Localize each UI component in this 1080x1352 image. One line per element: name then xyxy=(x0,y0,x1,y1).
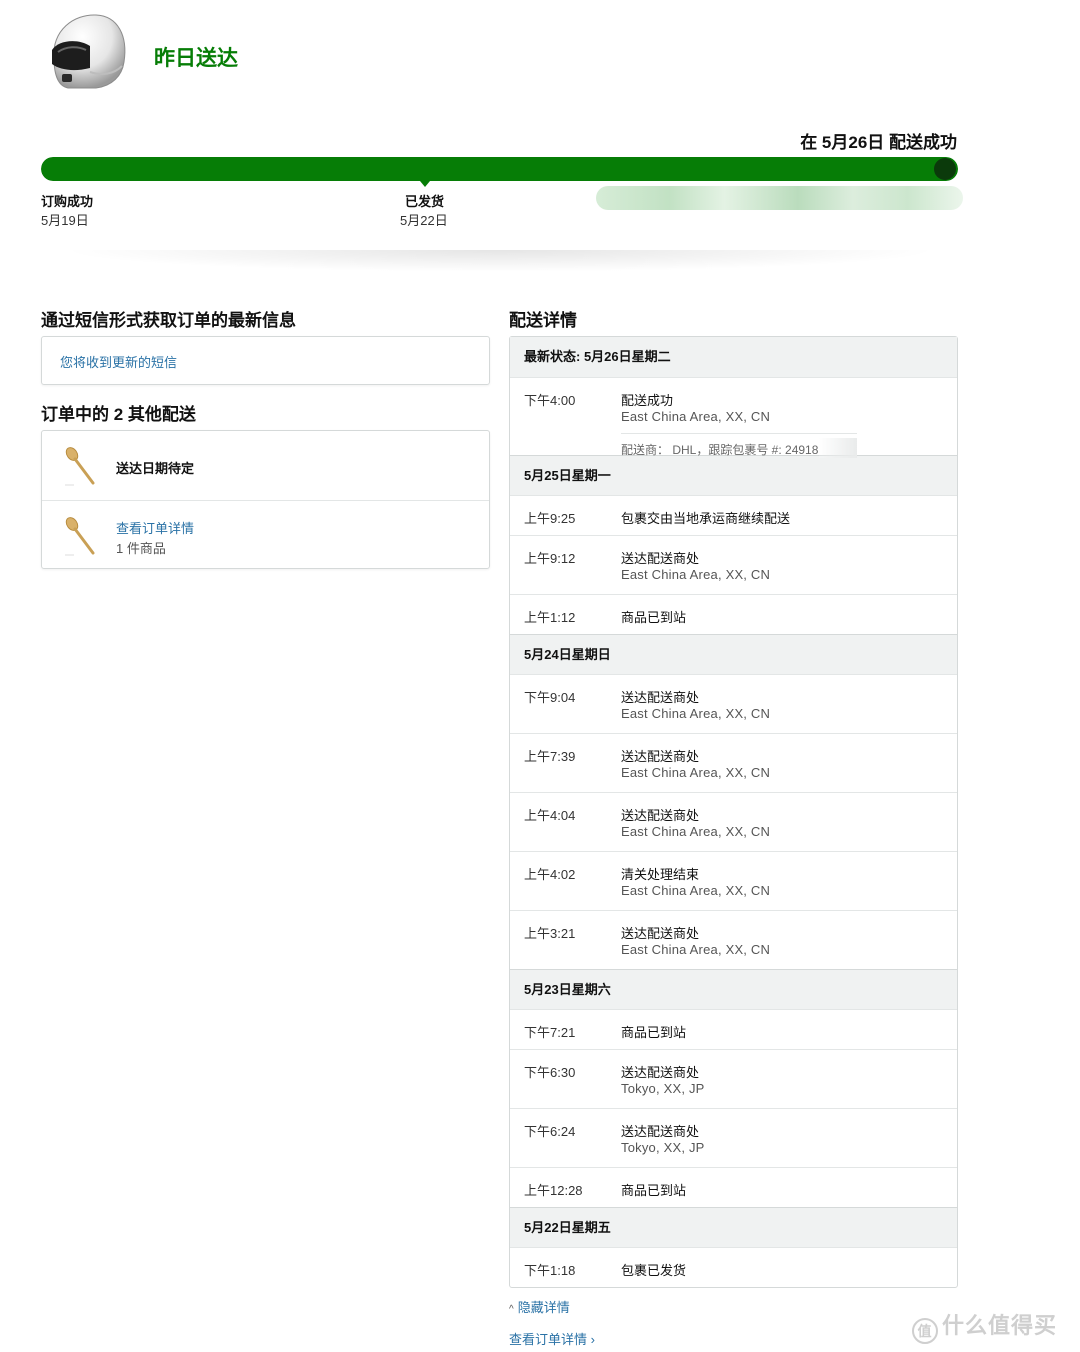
tracking-event: 上午9:12 送达配送商处 East China Area, XX, CN xyxy=(510,535,957,594)
wooden-spoon-image xyxy=(65,447,95,486)
event-time: 下午4:00 xyxy=(524,393,576,408)
event-location: East China Area, XX, CN xyxy=(621,942,771,957)
view-order-details-link[interactable]: 查看订单详情 xyxy=(116,518,194,537)
chevron-up-icon: ^ xyxy=(509,1304,514,1315)
watermark-logo-icon: 值 xyxy=(912,1318,938,1344)
event-location: East China Area, XX, CN xyxy=(621,765,771,780)
tracking-event: 下午6:30 送达配送商处 Tokyo, XX, JP xyxy=(510,1049,957,1108)
tracking-event: 上午4:02 清关处理结束 East China Area, XX, CN xyxy=(510,851,957,910)
event-status: 清关处理结束 xyxy=(621,867,700,882)
event-status: 配送成功 xyxy=(621,393,674,408)
other-shipment-row[interactable]: 查看订单详情 1 件商品 xyxy=(42,500,489,569)
tracking-event: 下午6:24 送达配送商处 Tokyo, XX, JP xyxy=(510,1108,957,1167)
day-header: 5月24日星期日 xyxy=(510,634,957,674)
event-status: 包裹已发货 xyxy=(621,1263,687,1278)
milestone-shipped-date: 5月22日 xyxy=(400,213,448,228)
milestone-ordered-label: 订购成功 xyxy=(41,194,94,209)
tracking-event: 下午4:00 配送成功 East China Area, XX, CN 配送商：… xyxy=(510,377,957,458)
event-location: East China Area, XX, CN xyxy=(621,883,771,898)
tracking-event: 下午7:21 商品已到站 xyxy=(510,1009,957,1049)
delivery-progress-bar xyxy=(41,157,958,181)
event-time: 下午6:30 xyxy=(524,1065,576,1080)
milestone-ordered-date: 5月19日 xyxy=(41,213,89,228)
redacted-tracking-number xyxy=(819,438,857,458)
delivery-date-pending-label: 送达日期待定 xyxy=(116,461,195,476)
event-time: 上午9:25 xyxy=(524,511,576,526)
tracking-event: 上午1:12 商品已到站 xyxy=(510,594,957,634)
progress-end-marker xyxy=(934,158,956,180)
delivery-progress-fill xyxy=(41,157,958,181)
milestone-shipped-label: 已发货 xyxy=(405,194,445,209)
event-status: 送达配送商处 xyxy=(621,1065,700,1080)
event-location: East China Area, XX, CN xyxy=(621,409,771,424)
tracking-section-title: 配送详情 xyxy=(509,311,577,330)
helmet-product-image[interactable] xyxy=(44,10,130,96)
carrier-tracking-info: 配送商： DHL，跟踪包裹号 #: 24918 xyxy=(621,433,857,458)
event-location: Tokyo, XX, JP xyxy=(621,1140,705,1155)
event-time: 上午3:21 xyxy=(524,926,576,941)
event-time: 下午1:18 xyxy=(524,1263,576,1278)
watermark-text: 什么值得买 xyxy=(942,1313,1058,1338)
sms-update-link[interactable]: 您将收到更新的短信 xyxy=(60,352,177,371)
sms-section-title: 通过短信形式获取订单的最新信息 xyxy=(41,311,296,330)
event-status: 商品已到站 xyxy=(621,1183,687,1198)
wooden-spoon-image xyxy=(65,517,95,556)
event-status: 送达配送商处 xyxy=(621,551,700,566)
progress-milestone-marker xyxy=(420,181,430,187)
other-shipment-row[interactable]: 送达日期待定 xyxy=(42,431,489,500)
day-header: 5月23日星期六 xyxy=(510,969,957,1009)
event-time: 上午4:04 xyxy=(524,808,576,823)
event-status: 送达配送商处 xyxy=(621,690,700,705)
tracking-event: 下午9:04 送达配送商处 East China Area, XX, CN xyxy=(510,674,957,733)
hide-details-label: 隐藏详情 xyxy=(517,1300,570,1315)
event-time: 下午6:24 xyxy=(524,1124,576,1139)
event-location: East China Area, XX, CN xyxy=(621,567,771,582)
latest-status-header: 最新状态: 5月26日星期二 xyxy=(510,337,957,377)
carrier-tracking-text: 配送商： DHL，跟踪包裹号 #: 24918 xyxy=(621,443,819,457)
item-count: 1 件商品 xyxy=(116,541,166,556)
event-status: 商品已到站 xyxy=(621,1025,687,1040)
delivery-headline: 昨日送达 xyxy=(154,47,238,70)
event-time: 下午7:21 xyxy=(524,1025,576,1040)
day-header: 5月25日星期一 xyxy=(510,455,957,495)
view-order-details-bottom-link[interactable]: 查看订单详情 › xyxy=(509,1329,595,1348)
event-status: 送达配送商处 xyxy=(621,808,700,823)
event-time: 上午1:12 xyxy=(524,610,576,625)
event-time: 上午4:02 xyxy=(524,867,576,882)
tracking-event: 上午3:21 送达配送商处 East China Area, XX, CN xyxy=(510,910,957,969)
tracking-event: 上午12:28 商品已到站 xyxy=(510,1167,957,1207)
event-time: 上午12:28 xyxy=(524,1183,583,1198)
sms-update-box[interactable]: 您将收到更新的短信 xyxy=(41,336,490,385)
event-status: 商品已到站 xyxy=(621,610,687,625)
tracking-event: 上午9:25 包裹交由当地承运商继续配送 xyxy=(510,495,957,535)
event-time: 上午9:12 xyxy=(524,551,576,566)
section-divider-shadow xyxy=(60,250,940,272)
event-status: 送达配送商处 xyxy=(621,749,700,764)
tracking-event: 上午4:04 送达配送商处 East China Area, XX, CN xyxy=(510,792,957,851)
event-status: 送达配送商处 xyxy=(621,1124,700,1139)
tracking-event: 上午7:39 送达配送商处 East China Area, XX, CN xyxy=(510,733,957,792)
event-location: East China Area, XX, CN xyxy=(621,824,771,839)
day-header: 5月22日星期五 xyxy=(510,1207,957,1247)
delivered-date-label: 在 5月26日 配送成功 xyxy=(800,133,957,152)
event-status: 送达配送商处 xyxy=(621,926,700,941)
redacted-milestone xyxy=(596,186,963,210)
event-location: Tokyo, XX, JP xyxy=(621,1081,705,1096)
tracking-timeline: 最新状态: 5月26日星期二 下午4:00 配送成功 East China Ar… xyxy=(509,336,958,1288)
other-shipments-box: 送达日期待定 查看订单详情 1 件商品 xyxy=(41,430,490,569)
site-watermark: 值什么值得买 xyxy=(912,1308,1057,1344)
tracking-event: 下午1:18 包裹已发货 xyxy=(510,1247,957,1287)
event-time: 上午7:39 xyxy=(524,749,576,764)
event-time: 下午9:04 xyxy=(524,690,576,705)
event-location: East China Area, XX, CN xyxy=(621,706,771,721)
event-status: 包裹交由当地承运商继续配送 xyxy=(621,511,791,526)
other-shipments-title: 订单中的 2 其他配送 xyxy=(41,405,196,424)
hide-details-link[interactable]: ^ 隐藏详情 xyxy=(509,1297,570,1316)
